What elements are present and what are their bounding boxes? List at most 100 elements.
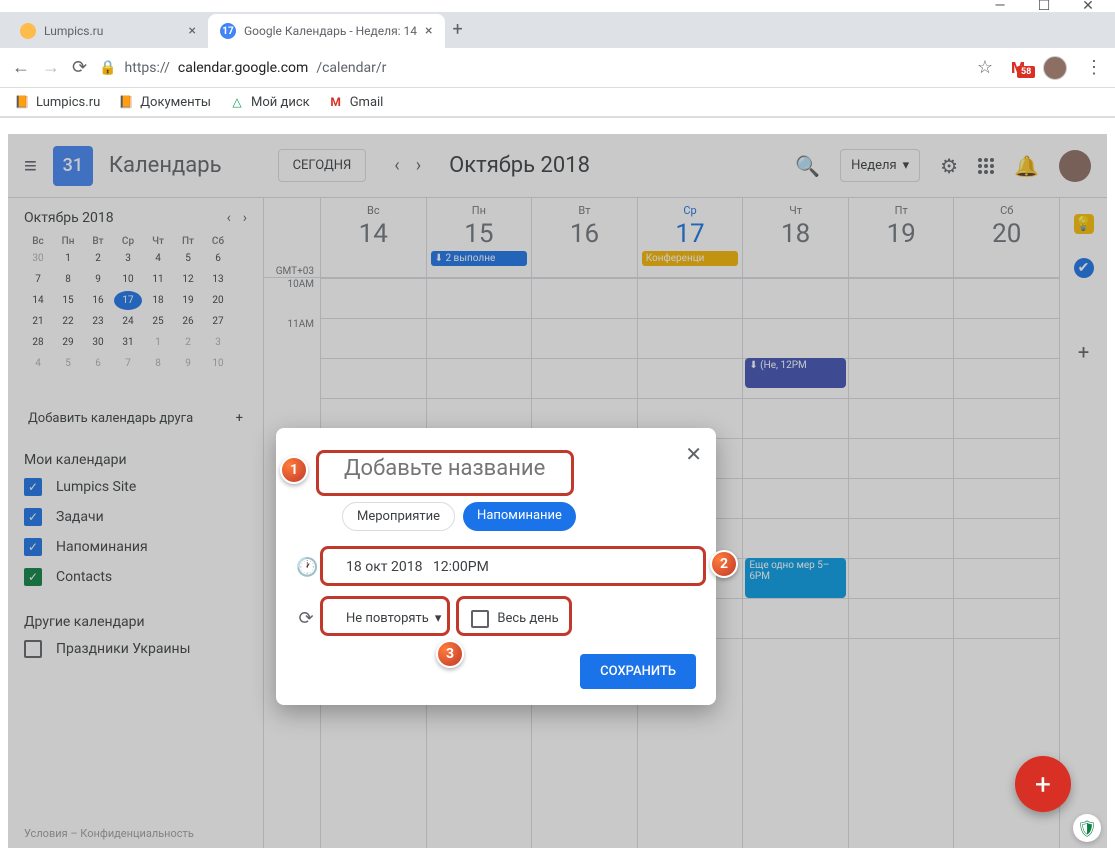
reload-button[interactable]: ⟳ (72, 57, 87, 78)
grid-column[interactable] (848, 278, 954, 848)
mini-day[interactable]: 8 (54, 270, 82, 289)
mini-day[interactable]: 27 (204, 312, 232, 331)
apps-grid-icon[interactable] (978, 158, 994, 174)
window-minimize[interactable]: — (993, 0, 1007, 13)
day-column-header[interactable]: Пн15⬇ 2 выполне (426, 198, 532, 277)
window-close[interactable]: ✕ (1081, 0, 1095, 13)
day-column-header[interactable]: Чт18 (742, 198, 848, 277)
mini-day[interactable]: 4 (144, 249, 172, 268)
allday-event[interactable]: Конференци (642, 251, 739, 266)
allday-event[interactable]: ⬇ 2 выполне (431, 251, 528, 266)
prev-week-button[interactable]: ‹ (394, 155, 399, 176)
next-week-button[interactable]: › (416, 155, 421, 176)
gmail-ext-icon[interactable]: M 58 (1011, 58, 1025, 77)
mini-day[interactable]: 12 (174, 270, 202, 289)
add-calendar-button[interactable]: Добавить календарь друга + (24, 401, 247, 436)
mini-day[interactable]: 21 (24, 312, 52, 331)
calendar-item[interactable]: ✓Задачи (24, 508, 247, 526)
mini-day[interactable]: 23 (84, 312, 112, 331)
user-avatar[interactable] (1059, 150, 1091, 182)
mini-day[interactable]: 11 (144, 270, 172, 289)
other-calendars-title[interactable]: Другие календари (24, 614, 247, 630)
datetime-field[interactable]: 18 окт 2018 12:00PM (334, 551, 696, 583)
footer-links[interactable]: Условия – Конфиденциальность (24, 827, 194, 840)
window-maximize[interactable]: ☐ (1037, 0, 1051, 13)
calendar-event[interactable]: Еще одно мер 5–6PM (745, 558, 846, 598)
mini-day[interactable]: 3 (204, 333, 232, 352)
mini-day[interactable]: 17 (114, 291, 142, 310)
mini-day[interactable]: 2 (174, 333, 202, 352)
mini-day[interactable]: 1 (144, 333, 172, 352)
my-calendars-title[interactable]: Мои календари (24, 452, 247, 468)
bookmark-docs[interactable]: 📙Документы (118, 94, 211, 110)
new-tab-button[interactable]: + (445, 11, 471, 48)
bookmark-lumpics[interactable]: 📙Lumpics.ru (14, 94, 100, 110)
mini-day[interactable]: 9 (84, 270, 112, 289)
search-icon[interactable]: 🔍 (795, 154, 820, 178)
mini-day[interactable]: 16 (84, 291, 112, 310)
mini-day[interactable]: 30 (84, 333, 112, 352)
mini-day[interactable]: 13 (204, 270, 232, 289)
save-button[interactable]: СОХРАНИТЬ (580, 654, 696, 689)
today-button[interactable]: СЕГОДНЯ (278, 149, 367, 182)
mini-day[interactable]: 7 (114, 354, 142, 373)
back-button[interactable]: ← (12, 57, 30, 78)
mini-day[interactable]: 18 (144, 291, 172, 310)
repeat-dropdown[interactable]: Не повторять ▾ (334, 603, 453, 634)
mini-day[interactable]: 4 (24, 354, 52, 373)
mini-day[interactable]: 8 (144, 354, 172, 373)
mini-day[interactable]: 26 (174, 312, 202, 331)
mini-day[interactable]: 5 (54, 354, 82, 373)
mini-next-button[interactable]: › (243, 210, 247, 226)
mini-day[interactable]: 6 (84, 354, 112, 373)
all-day-checkbox[interactable]: Весь день (471, 610, 558, 628)
day-column-header[interactable]: Вс14 (320, 198, 426, 277)
day-column-header[interactable]: Вт16 (531, 198, 637, 277)
create-fab[interactable]: + (1015, 756, 1071, 812)
tab-close-icon[interactable]: × (425, 23, 432, 39)
mini-day[interactable]: 1 (54, 249, 82, 268)
settings-icon[interactable]: ⚙ (940, 154, 958, 178)
mini-prev-button[interactable]: ‹ (227, 210, 231, 226)
notifications-icon[interactable]: 🔔 (1014, 154, 1039, 178)
type-reminder-chip[interactable]: Напоминание (463, 502, 576, 531)
mini-day[interactable]: 29 (54, 333, 82, 352)
mini-day[interactable]: 24 (114, 312, 142, 331)
calendar-item[interactable]: ✓Lumpics Site (24, 478, 247, 496)
mini-day[interactable]: 9 (174, 354, 202, 373)
mini-day[interactable]: 20 (204, 291, 232, 310)
mini-day[interactable]: 6 (204, 249, 232, 268)
mini-day[interactable]: 14 (24, 291, 52, 310)
browser-menu-icon[interactable]: ⋮ (1085, 57, 1103, 78)
mini-day[interactable]: 15 (54, 291, 82, 310)
keep-icon[interactable]: 💡 (1074, 214, 1094, 234)
grid-column[interactable]: ⬇ (Не, 12PM Еще одно мер 5–6PM (742, 278, 848, 848)
tab-close-icon[interactable]: × (189, 23, 196, 39)
calendar-item[interactable]: ✓Contacts (24, 568, 247, 586)
menu-icon[interactable]: ≡ (24, 153, 37, 179)
bookmark-star-icon[interactable]: ☆ (977, 57, 993, 78)
mini-day[interactable]: 7 (24, 270, 52, 289)
add-addon-icon[interactable]: + (1074, 342, 1094, 362)
profile-avatar[interactable] (1043, 56, 1067, 80)
mini-day[interactable]: 10 (114, 270, 142, 289)
url-input[interactable]: 🔒 https://calendar.google.com/calendar/r (99, 60, 965, 76)
tab-calendar[interactable]: 17 Google Календарь - Неделя: 14 × (208, 14, 445, 48)
calendar-item[interactable]: ✓Напоминания (24, 538, 247, 556)
tasks-icon[interactable]: ✔ (1074, 258, 1094, 278)
mini-day[interactable]: 22 (54, 312, 82, 331)
mini-day[interactable]: 19 (174, 291, 202, 310)
view-selector[interactable]: Неделя ▾ (840, 149, 920, 182)
bookmark-gmail[interactable]: MGmail (328, 94, 384, 110)
tab-lumpics[interactable]: Lumpics.ru × (8, 14, 208, 48)
mini-day[interactable]: 2 (84, 249, 112, 268)
day-column-header[interactable]: Пт19 (848, 198, 954, 277)
mini-day[interactable]: 28 (24, 333, 52, 352)
mini-day[interactable]: 5 (174, 249, 202, 268)
mini-day[interactable]: 30 (24, 249, 52, 268)
close-icon[interactable]: ✕ (685, 442, 702, 466)
calendar-event[interactable]: ⬇ (Не, 12PM (745, 358, 846, 388)
mini-day[interactable]: 25 (144, 312, 172, 331)
forward-button[interactable]: → (42, 57, 60, 78)
type-event-chip[interactable]: Мероприятие (342, 502, 455, 531)
